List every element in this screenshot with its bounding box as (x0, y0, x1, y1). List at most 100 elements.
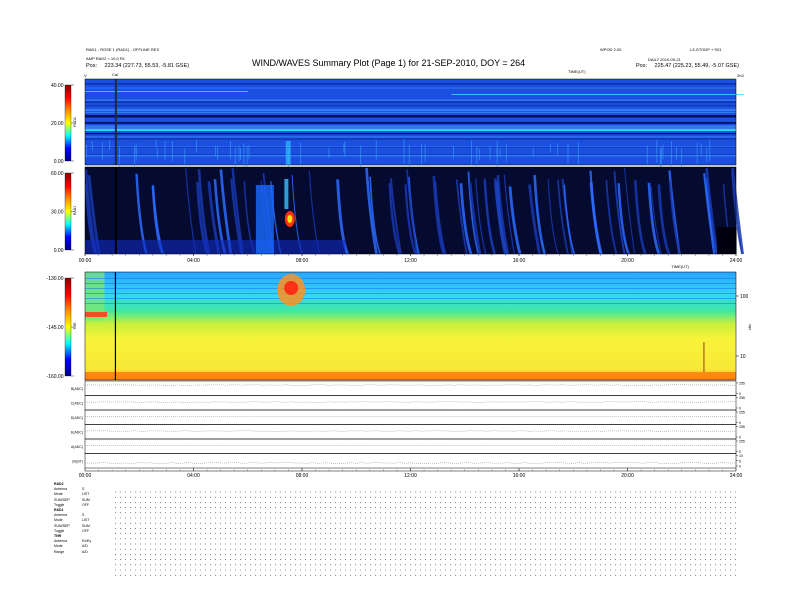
rad2-burst-streak (680, 148, 682, 169)
time-axis-top-tick-label: 12:00 (404, 258, 417, 264)
rad2-burst-streak (91, 141, 93, 151)
rad2-burst-streak (656, 140, 658, 163)
rad2-burst-streak (499, 148, 501, 157)
line-panel-frame (84, 395, 737, 411)
mode-row-value: LIST (82, 518, 90, 523)
colorbar-tick-label: 0.00 (54, 159, 64, 165)
panel-label-tnr: TNR (73, 322, 77, 330)
line-panel-frame (84, 453, 737, 469)
rad2-line (85, 91, 248, 92)
rad2-band (85, 136, 736, 138)
line-panel-label: D(ADC) (71, 416, 83, 420)
mode-row-label: Antenna (54, 539, 68, 544)
tnr-band (85, 293, 736, 294)
time-axis-top-tick-label: 16:00 (513, 258, 526, 264)
line-panel-label: |B|(nT) (72, 459, 83, 463)
line-panel-trace (84, 384, 737, 386)
line-panel-right-tick-label: 5 (739, 459, 741, 463)
rad2-burst-streak (675, 146, 677, 160)
rad2-burst-streak (248, 144, 250, 160)
rad2-burst-streak (300, 142, 302, 166)
rad2-dark-band (85, 115, 736, 118)
rad2-burst-streak (408, 144, 410, 167)
rad2-burst-streak (403, 139, 405, 164)
rad2-burst-streak (246, 146, 248, 171)
time-axis-bottom-tick-label: 16:00 (513, 473, 526, 479)
rad2-burst-streak (567, 143, 569, 165)
colorbar-tick-label: -145.00 (47, 325, 64, 331)
mode-row-value: S (82, 487, 85, 492)
rad2-burst-streak (239, 147, 241, 161)
rad2-burst-streak (155, 139, 157, 149)
rad2-band (85, 145, 736, 147)
mode-group-title: TNR (54, 534, 62, 538)
rad2-burst-streak (134, 146, 136, 170)
time-axis-bottom-tick-label: 08:00 (296, 473, 309, 479)
rad2-burst-streak (344, 141, 346, 157)
line-panel-right-tick-label: 255 (739, 440, 745, 444)
rad2-burst-streak (172, 141, 174, 162)
rad2-band (85, 126, 736, 128)
time-axis-bottom-tick-label: 04:00 (187, 473, 200, 479)
mode-row-value: A/D (82, 549, 88, 554)
mode-row-label: Range (54, 549, 65, 554)
time-axis-bottom-tick-label: 24:00 (730, 473, 743, 479)
rad2-burst-streak (343, 143, 345, 153)
rad2-burst-streak (184, 148, 186, 166)
line-panel-label: C(ADC) (71, 401, 83, 405)
rad2-burst-streak (109, 140, 111, 150)
colorbar-tick-label: -130.00 (47, 276, 64, 282)
rad2-burst-streak (243, 143, 245, 170)
rad2-burst-streak (577, 142, 579, 165)
time-axis-bottom-tick-label: 20:00 (621, 473, 634, 479)
line-panel-trace (84, 461, 737, 464)
rad2-band (85, 153, 736, 155)
rad2-band (85, 112, 736, 114)
rad2-cal-line (114, 79, 117, 165)
rad1-cal-line (114, 167, 117, 254)
tnr-right-axis-label: kHz (748, 324, 752, 330)
rad2-burst-streak (700, 143, 702, 156)
rad1-event-core (255, 185, 274, 254)
tnr-band (85, 288, 736, 289)
rad2-burst-streak (709, 139, 711, 161)
time-axis-bottom-tick-label: 12:00 (404, 473, 417, 479)
rad2-burst-streak (557, 143, 559, 155)
rad1-event-peak-center (287, 215, 293, 223)
mode-row-value: A/D (82, 544, 88, 549)
rad2-band (85, 83, 736, 85)
rad2-burst-streak (86, 145, 88, 158)
colorbar-rad2 (64, 84, 72, 162)
tnr-right-tick-label: 100 (740, 294, 749, 300)
time-axis-top-tick-label: 00:00 (79, 258, 92, 264)
rad2-burst-streak (670, 140, 672, 167)
colorbar-tick-label: 20.00 (51, 121, 64, 127)
rad2-burst-streak (532, 147, 534, 157)
rad2-event (285, 141, 291, 165)
rad2-burst-streak (214, 145, 216, 156)
line-panel-label: B(ADC) (71, 387, 83, 391)
rad1-event-stem (284, 179, 289, 209)
colorbar-rad1 (64, 172, 72, 251)
mode-row-value: SUM (82, 497, 90, 502)
line-panel-label: E(ADC) (71, 430, 83, 434)
rad2-burst-streak (549, 143, 551, 153)
time-label-mid: TIME(UT) (671, 264, 689, 269)
rad2-band (85, 138, 736, 140)
rad2-burst-streak (452, 145, 454, 159)
mode-row-value: S (82, 513, 85, 518)
rad2-burst-streak (238, 145, 240, 162)
rad2-burst-streak (375, 140, 377, 161)
colorbar-tick-label: 0.00 (54, 248, 64, 254)
mode-row-value: OFF (82, 528, 89, 533)
rad2-burst-streak (646, 145, 648, 165)
time-axis-top-tick-label: 20:00 (621, 258, 634, 264)
tnr-band (85, 278, 736, 279)
tnr-band (85, 283, 736, 284)
colorbar-tnr (64, 277, 72, 377)
rad2-burst-streak (164, 141, 166, 160)
mode-row-label: SUM/SEP (54, 523, 70, 528)
line-panel-right-tick-label: 255 (739, 425, 745, 429)
line-panel-right-tick-label: 0 (739, 465, 741, 469)
rad2-burst-streak (421, 144, 423, 165)
